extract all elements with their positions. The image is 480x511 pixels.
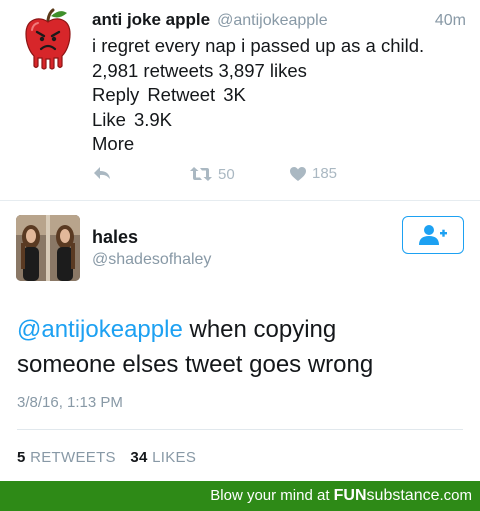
reply-button[interactable] (92, 165, 112, 181)
like-line: Like 3.9K (92, 108, 472, 133)
like-link[interactable]: Like (92, 109, 126, 130)
tweet-text-line-2: someone elses tweet goes wrong (17, 351, 374, 378)
retweets-count[interactable]: 5 (17, 449, 26, 466)
display-name[interactable]: hales (92, 227, 138, 248)
tweet-text-line-1: @antijokeapple when copying (17, 312, 467, 347)
reply-link[interactable]: Reply (92, 84, 139, 105)
tweet-header: anti joke apple @antijokeapple 40m (92, 10, 466, 32)
likes-label[interactable]: LIKES (152, 449, 196, 466)
retweet-icon (190, 167, 212, 181)
watermark-suffix: .com (439, 487, 472, 504)
mention-link[interactable]: @antijokeapple (17, 316, 183, 343)
retweet-button[interactable]: 50 (189, 165, 235, 183)
tweet-action-bar: 50 185 (92, 165, 392, 187)
tweet-stats-line: 2,981 retweets 3,897 likes (92, 59, 307, 81)
retweets-label[interactable]: RETWEETS (30, 449, 116, 466)
watermark-brand-rest: substance (366, 487, 440, 504)
reply-retweet-line: Reply Retweet 3K (92, 83, 472, 108)
like-count: 185 (312, 165, 338, 182)
likes-count[interactable]: 34 (130, 449, 147, 466)
follow-button[interactable] (402, 216, 464, 254)
retweet-count-text: 3K (223, 84, 246, 105)
tweet-text-rest: when copying (182, 316, 337, 343)
retweet-count: 50 (218, 165, 235, 183)
display-name[interactable]: anti joke apple (92, 10, 210, 30)
tweet-date[interactable]: 3/8/16, 1:13 PM (17, 394, 123, 411)
username[interactable]: @shadesofhaley (92, 251, 211, 269)
tweet-body: i regret every nap i passed up as a chil… (92, 34, 472, 157)
avatar[interactable] (16, 215, 80, 281)
watermark-banner: Blow your mind at FUNsubstance.com (0, 481, 480, 511)
tweet-antijokeapple: anti joke apple @antijokeapple 40m i reg… (0, 0, 480, 201)
angry-apple-icon[interactable] (22, 8, 74, 70)
tweet-stats: 5 RETWEETS 34 LIKES (17, 449, 196, 466)
heart-icon (290, 166, 306, 181)
like-button[interactable]: 185 (289, 165, 337, 182)
divider (17, 429, 463, 430)
tweet-text: @antijokeapple when copying someone else… (17, 312, 467, 382)
add-user-icon (419, 225, 447, 245)
like-count-text: 3.9K (133, 108, 173, 130)
retweet-link[interactable]: Retweet (147, 84, 215, 105)
watermark-brand-bold: FUN (333, 487, 367, 504)
reply-icon (94, 167, 110, 179)
tweet-text: i regret every nap i passed up as a chil… (92, 35, 425, 56)
timestamp[interactable]: 40m (435, 12, 466, 30)
username[interactable]: @antijokeapple (217, 12, 328, 30)
watermark-prefix: Blow your mind at (210, 487, 330, 504)
watermark-text[interactable]: Blow your mind at FUNsubstance.com (210, 487, 472, 505)
tweet-shadesofhaley: hales @shadesofhaley @antijokeapple when… (0, 201, 480, 481)
more-link[interactable]: More (92, 132, 472, 157)
